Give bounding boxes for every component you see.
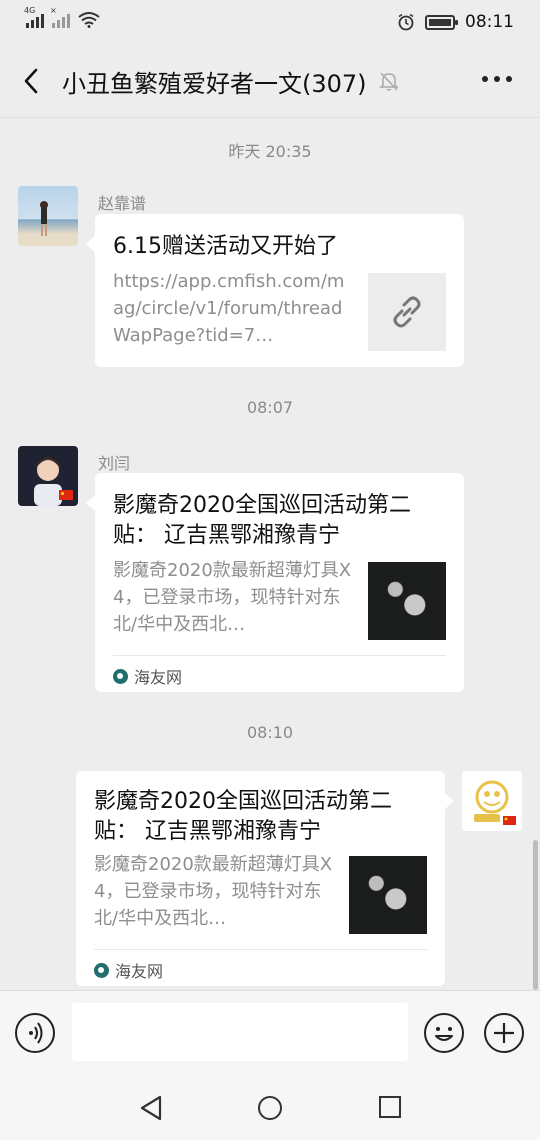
link-card-description: 影魔奇2020款最新超薄灯具X4，已登录市场，现特针对东北/华中及西北… (94, 854, 333, 929)
emoji-icon (435, 1027, 453, 1041)
card-divider (113, 655, 446, 656)
link-thumbnail-image (368, 562, 446, 640)
link-card-message-self[interactable]: 影魔奇2020全国巡回活动第二贴： 辽吉黑鄂湘豫青宁 影魔奇2020款最新超薄灯… (76, 771, 454, 986)
nav-recent-apps-icon[interactable] (379, 1096, 401, 1118)
source-name: 海友网 (115, 962, 164, 981)
more-options-icon[interactable] (482, 76, 512, 82)
back-arrow-icon[interactable] (18, 64, 48, 98)
cellular-signal-icon: 4G (24, 6, 44, 28)
voice-icon (29, 1022, 43, 1044)
clock: 08:11 (465, 12, 514, 32)
scrollbar[interactable] (533, 840, 538, 990)
source-name: 海友网 (134, 668, 183, 687)
source-logo-icon (113, 668, 128, 684)
link-card-message[interactable]: 6.15赠送活动又开始了 https://app.cmfish.com/mag/… (86, 214, 464, 367)
link-thumbnail-image (349, 856, 427, 934)
nav-home-icon[interactable] (258, 1096, 282, 1120)
system-nav-bar (0, 1072, 540, 1140)
card-divider (94, 949, 427, 950)
link-source: 海友网 (113, 664, 182, 688)
link-card-title: 6.15赠送活动又开始了 (113, 234, 338, 259)
message-input[interactable] (72, 1003, 408, 1061)
battery-icon (425, 14, 458, 30)
plus-icon (494, 1023, 514, 1043)
chat-title: 小丑鱼繁殖爱好者一文(307) (62, 70, 367, 98)
link-icon (393, 296, 421, 328)
avatar-liuyan[interactable] (18, 446, 78, 506)
message-timestamp: 08:10 (246, 723, 294, 742)
voice-input-button[interactable] (15, 1013, 55, 1053)
chat-header: 小丑鱼繁殖爱好者一文(307) (0, 44, 540, 118)
cellular-signal-2-icon: × (50, 6, 70, 28)
message-timestamp: 08:07 (246, 398, 294, 417)
link-card-url: https://app.cmfish.com/mag/circle/v1/for… (113, 271, 345, 346)
sender-name: 刘闫 (98, 454, 131, 473)
alarm-icon (398, 13, 414, 31)
more-functions-button[interactable] (484, 1013, 524, 1053)
sender-name: 赵靠谱 (98, 194, 147, 213)
nav-back-icon[interactable] (138, 1094, 164, 1122)
wifi-icon (78, 12, 100, 28)
source-logo-icon (94, 962, 109, 978)
link-card-message[interactable]: 影魔奇2020全国巡回活动第二贴： 辽吉黑鄂湘豫青宁 影魔奇2020款最新超薄灯… (86, 473, 464, 692)
input-bar (0, 990, 540, 1072)
link-thumbnail (368, 273, 446, 351)
link-card-description: 影魔奇2020款最新超薄灯具X4，已登录市场，现特针对东北/华中及西北… (113, 560, 352, 635)
status-bar: 4G × 08:11 (0, 0, 540, 44)
link-source: 海友网 (94, 958, 163, 982)
link-card-title: 影魔奇2020全国巡回活动第二贴： 辽吉黑鄂湘豫青宁 (113, 493, 411, 548)
mute-bell-icon (379, 72, 399, 91)
avatar-self[interactable] (462, 771, 522, 831)
link-card-title: 影魔奇2020全国巡回活动第二贴： 辽吉黑鄂湘豫青宁 (94, 789, 392, 844)
message-timestamp: 昨天 20:35 (228, 142, 312, 161)
avatar-zhaokaopu[interactable] (18, 186, 78, 246)
emoji-button[interactable] (424, 1013, 464, 1053)
